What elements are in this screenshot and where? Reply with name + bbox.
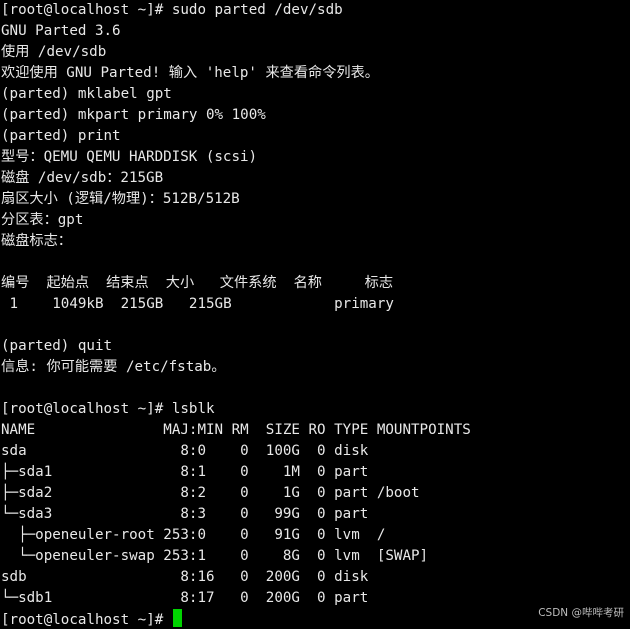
terminal-line: 欢迎使用 GNU Parted! 输入 'help' 来查看命令列表。: [1, 65, 379, 81]
terminal-line: └─openeuler-swap 253:1 0 8G 0 lvm [SWAP]: [1, 548, 429, 564]
terminal-line: 扇区大小 (逻辑/物理)：512B/512B: [1, 191, 240, 207]
terminal-line: 使用 /dev/sdb: [1, 44, 107, 60]
terminal-line: 型号：QEMU QEMU HARDDISK (scsi): [1, 149, 258, 165]
terminal-line: ├─openeuler-root 253:0 0 91G 0 lvm /: [1, 527, 386, 543]
terminal-line: └─sdb1 8:17 0 200G 0 part: [1, 590, 369, 606]
terminal-line: (parted) mklabel gpt: [1, 86, 172, 102]
terminal-line: ├─sda1 8:1 0 1M 0 part: [1, 464, 369, 480]
terminal-line: (parted) print: [1, 128, 121, 144]
terminal-line: └─sda3 8:3 0 99G 0 part: [1, 506, 369, 522]
terminal-line: 编号 起始点 结束点 大小 文件系统 名称 标志: [1, 275, 394, 291]
terminal-line: sda 8:0 0 100G 0 disk: [1, 443, 369, 459]
terminal-cursor: [172, 609, 182, 627]
terminal-line: ├─sda2 8:2 0 1G 0 part /boot: [1, 485, 420, 501]
terminal-line: 1 1049kB 215GB 215GB primary: [1, 296, 394, 312]
terminal-line: 磁盘 /dev/sdb：215GB: [1, 170, 164, 186]
terminal-line: 信息: 你可能需要 /etc/fstab。: [1, 359, 226, 375]
terminal-line: (parted) quit: [1, 338, 113, 354]
terminal-line: [root@localhost ~]# sudo parted /dev/sdb: [1, 2, 343, 18]
terminal-line: GNU Parted 3.6: [1, 23, 121, 39]
terminal-line: [root@localhost ~]# lsblk: [1, 401, 215, 417]
terminal-line: 分区表：gpt: [1, 212, 84, 228]
watermark: CSDN @哔哔考研: [538, 607, 624, 619]
shell-prompt: [root@localhost ~]#: [1, 612, 172, 628]
terminal-window[interactable]: [root@localhost ~]# sudo parted /dev/sdb…: [0, 0, 630, 629]
terminal-line: NAME MAJ:MIN RM SIZE RO TYPE MOUNTPOINTS: [1, 422, 471, 438]
terminal-prompt-line[interactable]: [root@localhost ~]#: [1, 609, 630, 629]
terminal-line: 磁盘标志：: [1, 233, 72, 249]
terminal-line: (parted) mkpart primary 0% 100%: [1, 107, 266, 123]
terminal-line: sdb 8:16 0 200G 0 disk: [1, 569, 369, 585]
